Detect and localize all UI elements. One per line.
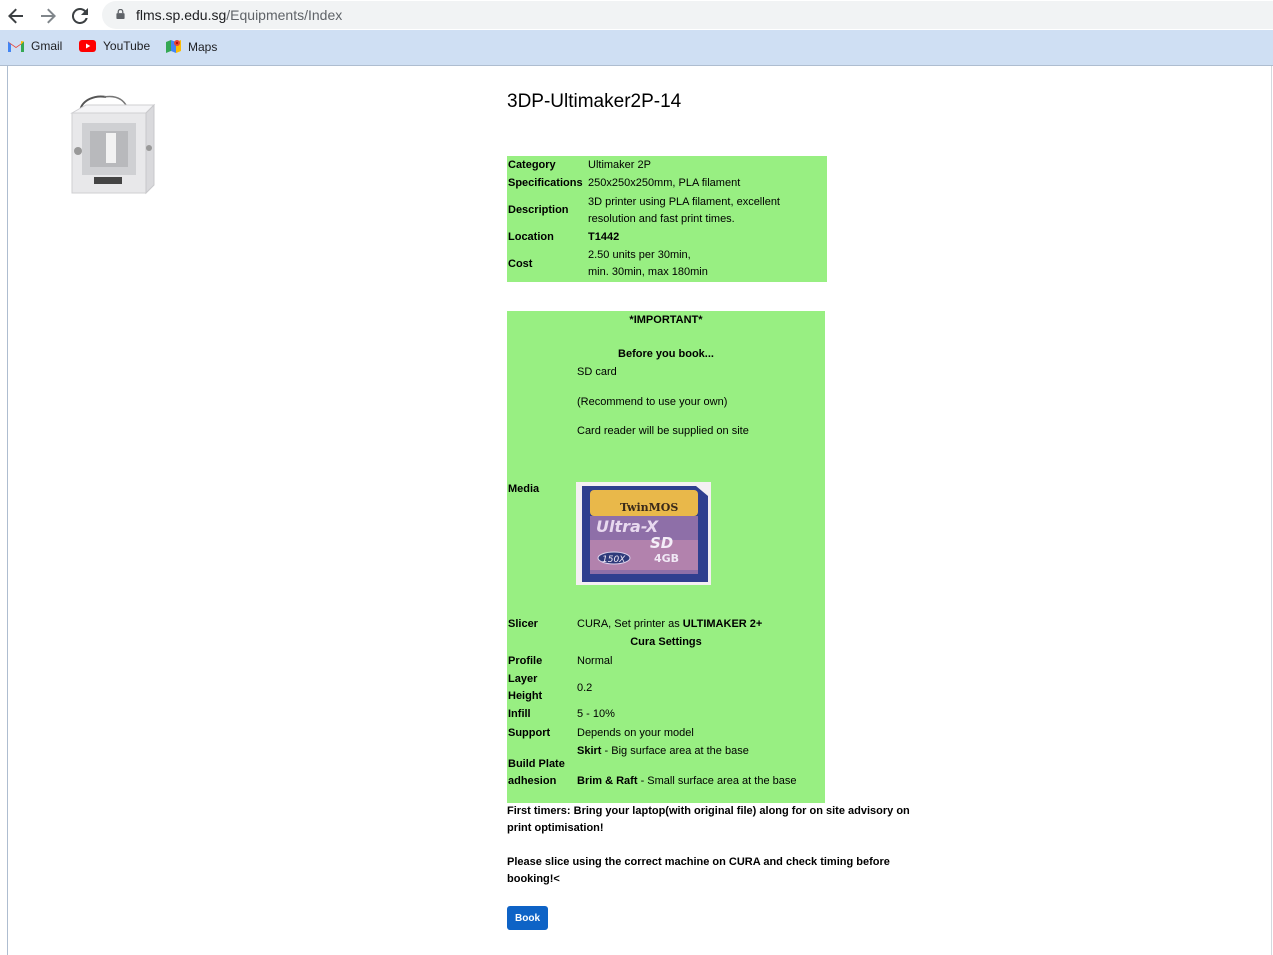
page-border-right bbox=[1271, 66, 1272, 955]
lock-icon bbox=[116, 9, 125, 19]
description-label: Description bbox=[508, 204, 569, 216]
brim-raft-option-text: - Small surface area at the base bbox=[637, 775, 797, 787]
forward-arrow-icon[interactable] bbox=[36, 4, 60, 28]
sd-card-capacity: 4GB bbox=[654, 552, 679, 565]
slicer-label: Slicer bbox=[508, 618, 538, 630]
before-you-book-heading: Before you book... bbox=[618, 348, 714, 360]
slicer-value: CURA, Set printer as ULTIMAKER 2+ bbox=[577, 616, 762, 633]
book-button[interactable]: Book bbox=[507, 906, 548, 930]
browser-toolbar: flms.sp.edu.sg/Equipments/Index bbox=[0, 0, 1273, 30]
support-label: Support bbox=[508, 727, 551, 739]
description-value-line2: resolution and fast print times. bbox=[588, 213, 735, 225]
sd-card-type: SD bbox=[650, 534, 673, 552]
bookmark-maps[interactable]: Maps bbox=[166, 39, 217, 54]
bookmark-gmail[interactable]: Gmail bbox=[8, 39, 62, 53]
url-domain: flms.sp.edu.sg bbox=[136, 7, 227, 23]
bookmark-label: Maps bbox=[188, 39, 218, 54]
cost-label: Cost bbox=[508, 258, 533, 270]
sd-card-speed: 150X bbox=[602, 555, 626, 565]
location-label: Location bbox=[508, 231, 554, 243]
reload-icon[interactable] bbox=[68, 4, 92, 28]
cost-value-line2: min. 30min, max 180min bbox=[588, 266, 708, 278]
bookmark-label: Gmail bbox=[31, 39, 63, 53]
category-label: Category bbox=[508, 159, 556, 171]
cura-settings-heading: Cura Settings bbox=[630, 636, 702, 648]
slicer-value-prefix: CURA, Set printer as bbox=[577, 618, 683, 630]
maps-icon bbox=[166, 40, 181, 53]
profile-value: Normal bbox=[577, 655, 613, 667]
category-value: Ultimaker 2P bbox=[588, 159, 651, 171]
gmail-icon bbox=[8, 41, 24, 52]
media-line-sd-card: SD card bbox=[577, 366, 617, 378]
youtube-icon bbox=[79, 40, 96, 52]
profile-label: Profile bbox=[508, 655, 543, 667]
cost-value-line1: 2.50 units per 30min, bbox=[588, 249, 691, 261]
infill-label: Infill bbox=[508, 708, 531, 720]
brim-raft-option-name: Brim & Raft bbox=[577, 775, 638, 787]
bookmarks-bar: Gmail YouTube Maps bbox=[0, 30, 1273, 65]
sd-card-brand: TwinMOS bbox=[620, 501, 678, 514]
media-label: Media bbox=[508, 483, 540, 495]
location-value: T1442 bbox=[588, 231, 620, 243]
build-plate-label-line2: adhesion bbox=[508, 775, 557, 787]
back-arrow-icon[interactable] bbox=[4, 4, 28, 28]
layer-height-label-line1: Layer bbox=[508, 673, 538, 685]
url-path: /Equipments/Index bbox=[226, 7, 343, 23]
browser-chrome: flms.sp.edu.sg/Equipments/Index Gmail Yo… bbox=[0, 0, 1273, 66]
layer-height-value: 0.2 bbox=[577, 682, 593, 694]
layer-height-label-line2: Height bbox=[508, 690, 543, 702]
skirt-option-text: - Big surface area at the base bbox=[601, 745, 749, 757]
brim-raft-option: Brim & Raft - Small surface area at the … bbox=[577, 773, 796, 790]
media-line-card-reader: Card reader will be supplied on site bbox=[577, 425, 749, 437]
skirt-option: Skirt - Big surface area at the base bbox=[577, 743, 749, 760]
description-value-line1: 3D printer using PLA filament, excellent bbox=[588, 196, 780, 208]
build-plate-label-line1: Build Plate bbox=[508, 758, 565, 770]
first-timers-note: First timers: Bring your laptop(with ori… bbox=[507, 805, 910, 834]
infill-value: 5 - 10% bbox=[577, 708, 615, 720]
slicer-printer-name: ULTIMAKER 2+ bbox=[682, 618, 763, 630]
slice-timing-note: Please slice using the correct machine o… bbox=[507, 856, 890, 885]
page-border-left bbox=[7, 66, 8, 955]
bookmark-youtube[interactable]: YouTube bbox=[79, 39, 150, 53]
sd-card-image: TwinMOS Ultra-X SD 150X 4GB bbox=[576, 482, 711, 585]
media-line-recommend: (Recommend to use your own) bbox=[577, 396, 728, 408]
printer-image bbox=[70, 95, 156, 195]
skirt-option-name: Skirt bbox=[577, 745, 602, 757]
bookmark-label: YouTube bbox=[103, 39, 151, 53]
url-text: flms.sp.edu.sg/Equipments/Index bbox=[136, 7, 342, 23]
important-heading: *IMPORTANT* bbox=[629, 314, 703, 326]
support-value: Depends on your model bbox=[577, 727, 694, 739]
specifications-value: 250x250x250mm, PLA filament bbox=[588, 177, 741, 189]
specifications-label: Specifications bbox=[508, 177, 583, 189]
address-bar[interactable]: flms.sp.edu.sg/Equipments/Index bbox=[102, 1, 1273, 29]
chrome-divider bbox=[0, 65, 1273, 66]
equipment-title: 3DP-Ultimaker2P-14 bbox=[507, 91, 682, 112]
